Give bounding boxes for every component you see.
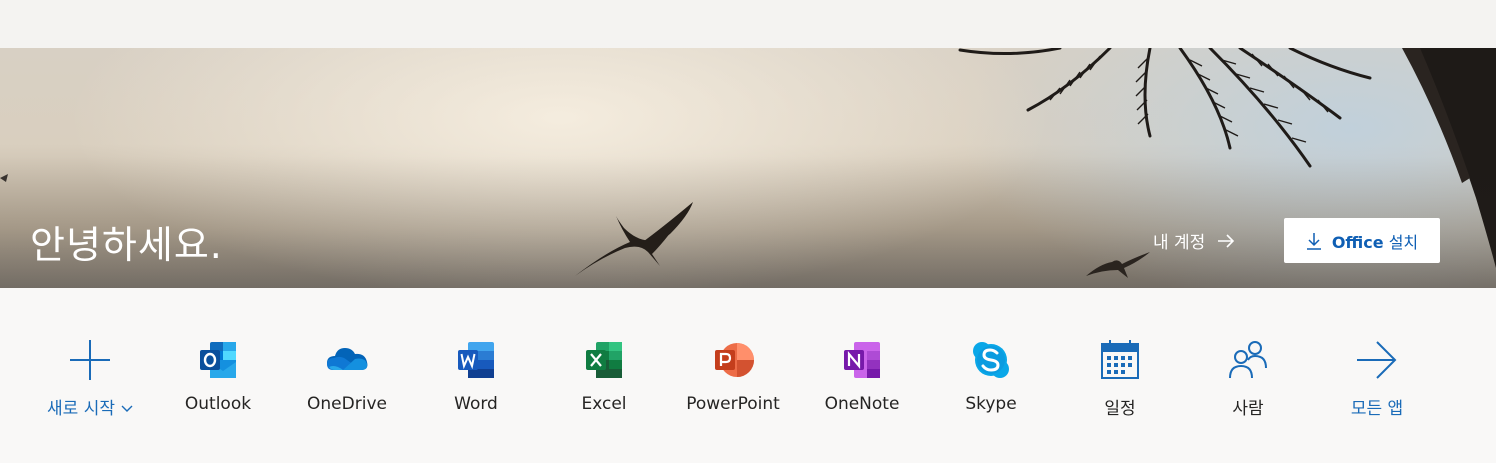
app-launcher-row: 새로 시작 Outlook OneDrive Word Excel PowerP… — [0, 288, 1496, 463]
all-apps-label: 모든 앱 — [1350, 399, 1404, 419]
hero-banner: 안녕하세요. 내 계정 Office 설치 — [0, 48, 1496, 288]
app-people[interactable]: 사람 — [1178, 338, 1318, 419]
app-onedrive[interactable]: OneDrive — [277, 338, 417, 414]
app-word[interactable]: Word — [406, 338, 546, 414]
app-excel-label: Excel — [581, 394, 627, 414]
install-office-label: Office 설치 — [1331, 232, 1419, 252]
excel-icon — [586, 342, 622, 378]
app-onedrive-label: OneDrive — [307, 394, 387, 414]
app-outlook-label: Outlook — [184, 394, 252, 414]
powerpoint-icon — [715, 343, 754, 377]
plus-icon — [70, 340, 110, 380]
app-calendar-label: 일정 — [1104, 399, 1136, 419]
app-excel[interactable]: Excel — [534, 338, 674, 414]
greeting-title: 안녕하세요. — [30, 223, 223, 267]
my-account-link[interactable]: 내 계정 — [1153, 228, 1235, 253]
calendar-icon — [1101, 340, 1139, 379]
app-powerpoint-label: PowerPoint — [686, 394, 780, 414]
app-skype-label: Skype — [965, 394, 1017, 414]
outlook-icon — [200, 342, 236, 378]
hero-shade — [0, 48, 1496, 288]
app-people-label: 사람 — [1232, 399, 1264, 419]
app-powerpoint[interactable]: PowerPoint — [663, 338, 803, 414]
skype-icon — [973, 342, 1009, 378]
app-calendar[interactable]: 일정 — [1050, 338, 1190, 419]
onenote-icon — [844, 342, 880, 378]
arrow-right-icon — [1218, 233, 1235, 248]
my-account-label: 내 계정 — [1153, 233, 1206, 253]
install-office-button[interactable]: Office 설치 — [1284, 218, 1440, 263]
app-skype[interactable]: Skype — [921, 338, 1061, 414]
people-icon — [1229, 341, 1267, 379]
app-onenote-label: OneNote — [824, 394, 900, 414]
top-bar — [0, 0, 1496, 48]
app-outlook[interactable]: Outlook — [148, 338, 288, 414]
app-onenote[interactable]: OneNote — [792, 338, 932, 414]
new-start-button[interactable]: 새로 시작 — [20, 338, 160, 419]
all-apps-link[interactable]: 모든 앱 — [1307, 338, 1447, 419]
chevron-down-icon — [121, 405, 133, 412]
onedrive-icon — [327, 348, 368, 370]
word-icon — [458, 342, 494, 378]
app-word-label: Word — [454, 394, 498, 414]
download-icon — [1306, 232, 1321, 250]
new-start-label: 새로 시작 — [47, 399, 115, 419]
arrow-right-icon — [1357, 341, 1397, 379]
